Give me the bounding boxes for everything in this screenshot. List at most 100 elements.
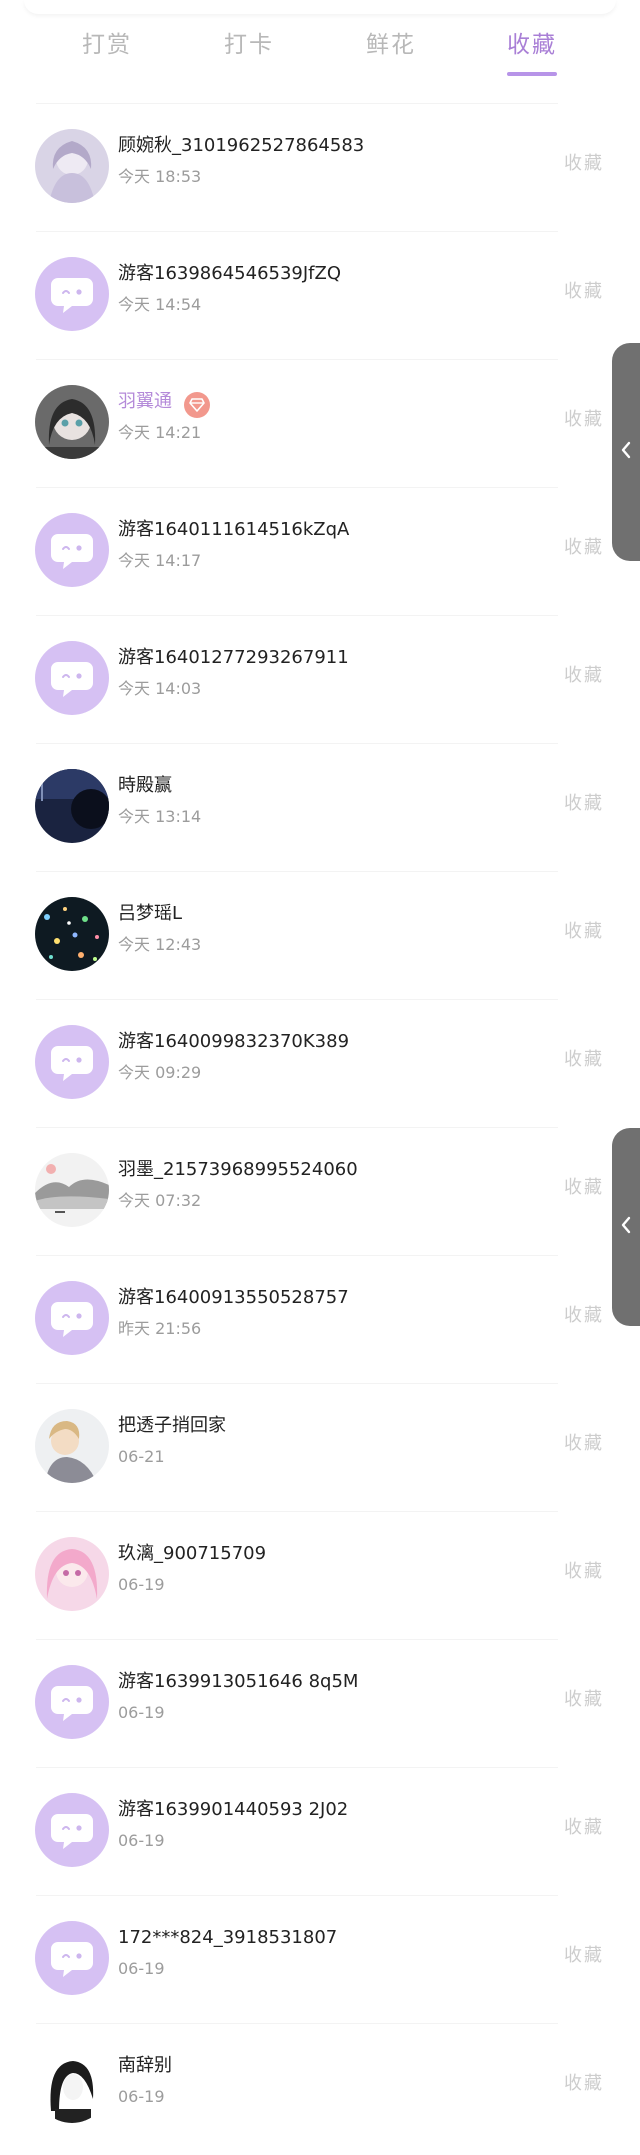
side-drawer-handle[interactable] — [612, 1128, 640, 1326]
user-name: 南辞别 — [118, 2055, 172, 2076]
list-item[interactable]: 游客1639864546539JfZQ 今天 14:54 收藏 — [0, 231, 640, 359]
favorite-label[interactable]: 收藏 — [564, 2071, 604, 2097]
user-name: 172***824_3918531807 — [118, 1927, 338, 1948]
tab-label: 打卡 — [224, 32, 274, 58]
tab-favorites[interactable]: 收藏 — [502, 28, 562, 88]
chat-bubble-icon — [48, 1936, 96, 1980]
tab-checkin[interactable]: 打卡 — [219, 28, 279, 88]
user-name: 玖漓_900715709 — [118, 1543, 267, 1564]
favorites-page: 打赏 打卡 鲜花 收藏 顾婉秋_3101962527864583 今天 18:53… — [0, 0, 640, 2155]
favorite-label[interactable]: 收藏 — [564, 535, 604, 561]
tab-reward[interactable]: 打赏 — [77, 28, 137, 88]
favorite-label[interactable]: 收藏 — [564, 1559, 604, 1585]
favorites-list: 顾婉秋_3101962527864583 今天 18:53 收藏 游客16398645… — [0, 103, 640, 2151]
list-item[interactable]: 把透子捎回家 06-21 收藏 — [0, 1383, 640, 1511]
avatar-photo — [35, 1409, 109, 1483]
favorite-label[interactable]: 收藏 — [564, 151, 604, 177]
favorite-label[interactable]: 收藏 — [564, 1431, 604, 1457]
guest-avatar[interactable] — [35, 641, 109, 715]
guest-avatar[interactable] — [35, 1281, 109, 1355]
favorite-label[interactable]: 收藏 — [564, 919, 604, 945]
user-name: 羽翼通 — [118, 391, 172, 412]
list-item[interactable]: 羽翼通今天 14:21 收藏 — [0, 359, 640, 487]
tab-label: 打赏 — [82, 32, 132, 58]
top-card-edge — [24, 0, 616, 14]
guest-avatar[interactable] — [35, 257, 109, 331]
guest-avatar[interactable] — [35, 1025, 109, 1099]
avatar[interactable] — [35, 1409, 109, 1483]
timestamp: 今天 14:21 — [118, 423, 202, 442]
list-item[interactable]: 172***824_3918531807 06-19 收藏 — [0, 1895, 640, 2023]
timestamp: 06-19 — [118, 1575, 165, 1594]
avatar[interactable] — [35, 129, 109, 203]
avatar-photo — [35, 129, 109, 203]
guest-avatar[interactable] — [35, 1665, 109, 1739]
avatar-photo — [35, 385, 109, 459]
list-item[interactable]: 南辞别 06-19 收藏 — [0, 2023, 640, 2151]
favorite-label[interactable]: 收藏 — [564, 279, 604, 305]
list-item[interactable]: 羽墨_21573968995524060 今天 07:32 收藏 — [0, 1127, 640, 1255]
user-name: 游客1640111614516kZqA — [118, 519, 350, 540]
guest-avatar[interactable] — [35, 1793, 109, 1867]
row-divider — [36, 743, 558, 744]
user-name: 游客1640099832370K389 — [118, 1031, 350, 1052]
row-divider — [36, 2023, 558, 2024]
row-divider — [36, 1383, 558, 1384]
user-name: 游客1639901440593 2J02 — [118, 1799, 349, 1820]
list-item[interactable]: 游客1639913051646 8q5M 06-19 收藏 — [0, 1639, 640, 1767]
timestamp: 今天 13:14 — [118, 807, 202, 826]
user-name: 吕梦瑶L — [118, 903, 183, 924]
avatar-photo — [35, 1153, 109, 1227]
row-divider — [36, 871, 558, 872]
list-item[interactable]: 顾婉秋_3101962527864583 今天 18:53 收藏 — [0, 103, 640, 231]
row-divider — [36, 999, 558, 1000]
avatar[interactable] — [35, 897, 109, 971]
tab-label: 鲜花 — [366, 32, 416, 58]
chat-bubble-icon — [48, 1296, 96, 1340]
chevron-left-icon — [620, 440, 632, 464]
timestamp: 今天 09:29 — [118, 1063, 202, 1082]
favorite-label[interactable]: 收藏 — [564, 1815, 604, 1841]
timestamp: 今天 14:54 — [118, 295, 202, 314]
list-item[interactable]: 時殿赢 今天 13:14 收藏 — [0, 743, 640, 871]
avatar[interactable] — [35, 2049, 109, 2123]
favorite-label[interactable]: 收藏 — [564, 1943, 604, 1969]
avatar[interactable] — [35, 1537, 109, 1611]
row-divider — [36, 231, 558, 232]
favorite-label[interactable]: 收藏 — [564, 791, 604, 817]
user-name: 羽墨_21573968995524060 — [118, 1159, 358, 1180]
guest-avatar[interactable] — [35, 1921, 109, 1995]
avatar[interactable] — [35, 769, 109, 843]
favorite-label[interactable]: 收藏 — [564, 1687, 604, 1713]
avatar-photo — [35, 897, 109, 971]
chat-bubble-icon — [48, 1680, 96, 1724]
avatar[interactable] — [35, 385, 109, 459]
list-item[interactable]: 游客1639901440593 2J02 06-19 收藏 — [0, 1767, 640, 1895]
favorite-label[interactable]: 收藏 — [564, 1175, 604, 1201]
tab-flowers[interactable]: 鲜花 — [361, 28, 421, 88]
list-item[interactable]: 游客16400913550528757 昨天 21:56 收藏 — [0, 1255, 640, 1383]
list-item[interactable]: 游客16401277293267911 今天 14:03 收藏 — [0, 615, 640, 743]
favorite-label[interactable]: 收藏 — [564, 1047, 604, 1073]
user-name: 游客16401277293267911 — [118, 647, 349, 668]
chat-bubble-icon — [48, 1808, 96, 1852]
side-drawer-handle[interactable] — [612, 343, 640, 561]
guest-avatar[interactable] — [35, 513, 109, 587]
timestamp: 今天 14:17 — [118, 551, 202, 570]
list-item[interactable]: 游客1640099832370K389 今天 09:29 收藏 — [0, 999, 640, 1127]
row-divider — [36, 1639, 558, 1640]
list-item[interactable]: 吕梦瑶L 今天 12:43 收藏 — [0, 871, 640, 999]
favorite-label[interactable]: 收藏 — [564, 407, 604, 433]
avatar-photo — [35, 769, 109, 843]
list-item[interactable]: 游客1640111614516kZqA 今天 14:17 收藏 — [0, 487, 640, 615]
user-name: 游客1639864546539JfZQ — [118, 263, 342, 284]
favorite-label[interactable]: 收藏 — [564, 663, 604, 689]
favorite-label[interactable]: 收藏 — [564, 1303, 604, 1329]
chat-bubble-icon — [48, 528, 96, 572]
avatar-photo — [35, 1537, 109, 1611]
list-item[interactable]: 玖漓_900715709 06-19 收藏 — [0, 1511, 640, 1639]
timestamp: 今天 14:03 — [118, 679, 202, 698]
timestamp: 今天 12:43 — [118, 935, 202, 954]
user-name: 顾婉秋_3101962527864583 — [118, 135, 365, 156]
avatar[interactable] — [35, 1153, 109, 1227]
